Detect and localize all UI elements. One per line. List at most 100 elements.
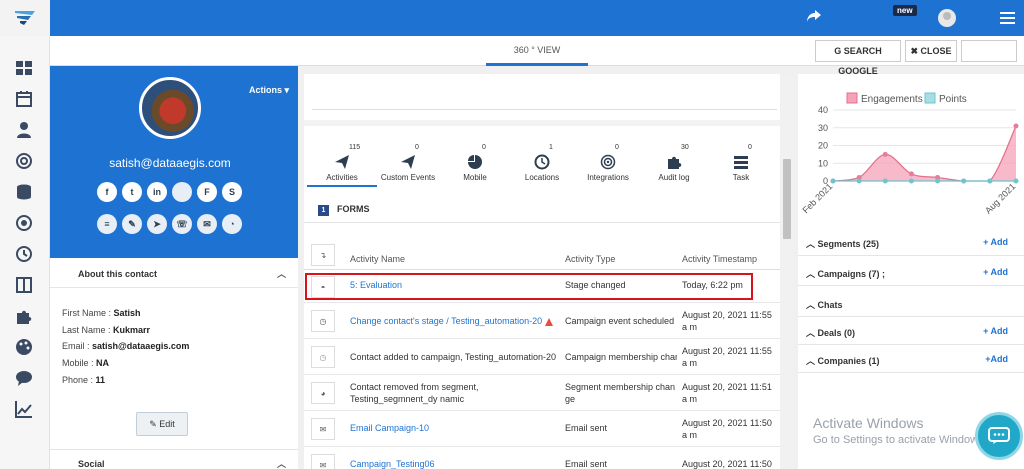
target-icon[interactable] (15, 214, 33, 232)
skype-icon[interactable]: S (222, 182, 242, 202)
about-section-header[interactable]: About this contact ︿ (50, 260, 298, 288)
activity-name-cell[interactable]: Change contact's stage / Testing_automat… (350, 315, 560, 327)
new-badge: new (893, 5, 917, 16)
app-logo[interactable] (0, 0, 50, 36)
segments-add-button[interactable]: + Add (983, 237, 1008, 247)
tab-task[interactable]: 0 Task (706, 144, 776, 182)
tab-360-view[interactable]: 360 ° VIEW (486, 36, 588, 66)
whatsapp-icon[interactable]: ◔ (222, 214, 242, 234)
social-title: Social (78, 459, 105, 469)
send-icon[interactable]: ➤ (147, 214, 167, 234)
data-point (882, 151, 888, 157)
pie-icon (468, 155, 482, 169)
tab-integrations[interactable]: 0 Integrations (573, 144, 643, 182)
action-icons-row: ≡ ✎ ➤ ☏ ✉ ◔ (97, 214, 242, 234)
facebook-icon[interactable]: f (97, 182, 117, 202)
tab-custom-events[interactable]: 0 Custom Events (373, 144, 443, 182)
data-point (856, 178, 862, 184)
companies-add-button[interactable]: +Add (985, 354, 1008, 364)
tab-mobile[interactable]: 0 Mobile (440, 144, 510, 182)
chart-line-icon[interactable] (15, 400, 33, 418)
mail-icon[interactable]: ✉ (197, 214, 217, 234)
tab-activities[interactable]: 115 Activities (307, 144, 377, 187)
deals-add-button[interactable]: + Add (983, 326, 1008, 336)
database-icon[interactable] (15, 183, 33, 201)
activity-name[interactable]: Email Campaign-10 (350, 422, 560, 434)
blank-button[interactable] (961, 40, 1017, 62)
legend-label: Points (939, 94, 967, 105)
calendar-icon[interactable] (15, 90, 33, 108)
actions-dropdown[interactable]: Actions ▾ (249, 85, 289, 96)
tab-audit-log[interactable]: 30 Audit log (639, 144, 709, 182)
data-point (882, 178, 888, 184)
dashboard-grid-icon[interactable] (15, 59, 33, 77)
linkedin-icon[interactable]: in (147, 182, 167, 202)
chat-widget-button[interactable] (975, 412, 1023, 460)
blank-icon[interactable] (172, 182, 192, 202)
clock-icon[interactable] (15, 245, 33, 263)
edit-button[interactable]: ✎ Edit (136, 412, 188, 436)
user-icon[interactable] (15, 121, 33, 139)
phone-icon[interactable]: ☏ (172, 214, 192, 234)
deals-label: ︿ Deals (0) (806, 328, 856, 338)
edit-icon[interactable]: ✎ (122, 214, 142, 234)
activity-name: Contact removed from segment, Testing_se… (350, 382, 479, 404)
chevron-up-icon[interactable]: ︿ (277, 260, 286, 288)
list-icon[interactable]: ≡ (97, 214, 117, 234)
palette-icon[interactable] (15, 338, 33, 356)
col-activity-timestamp[interactable]: Activity Timestamp (682, 254, 757, 264)
scrollbar-thumb[interactable] (783, 159, 791, 239)
scrollbar[interactable] (781, 74, 793, 469)
foursquare-icon[interactable]: F (197, 182, 217, 202)
search-google-button[interactable]: G SEARCH GOOGLE (815, 40, 901, 76)
activity-name[interactable]: Campaign_Testing06 (350, 458, 560, 469)
chats-row[interactable]: ︿ Chats (798, 290, 1024, 317)
x-tick-label: Feb 2021 (800, 181, 834, 215)
activity-name: Contact added to campaign, Testing_autom… (350, 352, 556, 362)
field-last-name: Last Name : Kukmarr (62, 325, 151, 335)
columns-icon[interactable] (15, 276, 33, 294)
col-activity-type[interactable]: Activity Type (565, 254, 615, 264)
x-tick-label: Aug 2021 (983, 181, 1017, 215)
activity-name[interactable]: Change contact's stage / Testing_automat… (350, 316, 542, 326)
contact-panel: Actions ▾ satish@dataaegis.com f t in F … (50, 66, 298, 469)
campaigns-row[interactable]: ︿ Campaigns (7) ; + Add (798, 259, 1024, 286)
companies-row[interactable]: ︿ Companies (1) +Add (798, 346, 1024, 373)
table-row[interactable]: ◕ Contact removed from segment, Testing_… (304, 375, 780, 411)
campaigns-label: ︿ Campaigns (7) ; (806, 269, 886, 279)
social-section-header[interactable]: Social ︿ (50, 449, 298, 469)
menu-icon[interactable] (1000, 12, 1015, 27)
forms-label: FORMS (337, 204, 370, 214)
activity-timestamp: August 20, 2021 11:50 a m (682, 418, 772, 440)
forms-header[interactable]: 1 FORMS (318, 204, 370, 216)
field-mobile: Mobile : NA (62, 358, 110, 368)
chart-grid: 010203040 (818, 105, 1016, 186)
deals-row[interactable]: ︿ Deals (0) + Add (798, 318, 1024, 345)
close-button[interactable]: ✖ CLOSE (905, 40, 957, 62)
contact-header: Actions ▾ satish@dataaegis.com f t in F … (50, 66, 298, 258)
table-row[interactable]: ◷ Contact added to campaign, Testing_aut… (304, 339, 780, 375)
lifebuoy-icon[interactable] (15, 152, 33, 170)
sort-icon[interactable]: ↴ (311, 244, 335, 266)
activity-type: Segment membership chan ge (565, 382, 676, 404)
share-icon[interactable] (806, 9, 822, 28)
user-avatar[interactable] (938, 9, 956, 27)
table-row[interactable]: ✉ Campaign_Testing06 Email sent August 2… (304, 447, 780, 469)
about-title: About this contact (78, 269, 157, 279)
puzzle-icon[interactable] (15, 307, 33, 325)
table-row[interactable]: ✉ Email Campaign-10 Email sent August 20… (304, 411, 780, 447)
table-row[interactable]: ◷ Change contact's stage / Testing_autom… (304, 303, 780, 339)
data-point (1013, 178, 1019, 184)
data-point (908, 178, 914, 184)
chat-icon[interactable] (15, 369, 33, 387)
series-line (832, 125, 1017, 182)
campaigns-add-button[interactable]: + Add (983, 267, 1008, 277)
col-activity-name[interactable]: Activity Name (350, 254, 405, 264)
chevron-up-icon[interactable]: ︿ (277, 450, 286, 469)
clock-icon (534, 154, 550, 170)
target-icon (600, 154, 616, 170)
tab-locations[interactable]: 1 Locations (507, 144, 577, 182)
segments-row[interactable]: ︿ Segments (25) + Add (798, 229, 1024, 256)
mail-icon: ✉ (311, 454, 335, 469)
twitter-icon[interactable]: t (122, 182, 142, 202)
